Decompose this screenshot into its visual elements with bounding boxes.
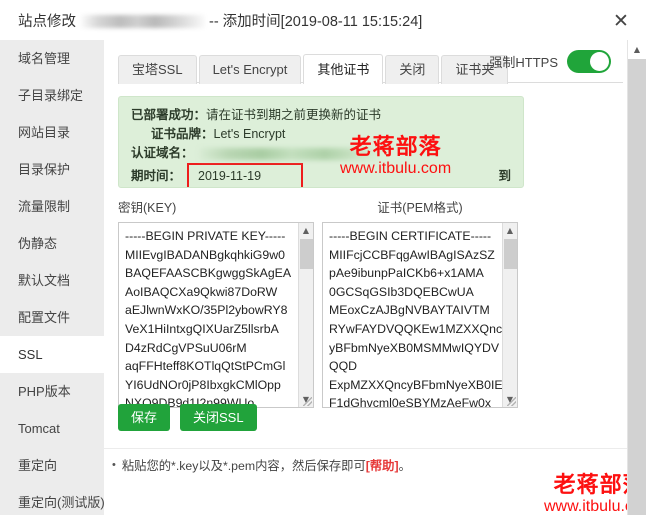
key-textarea-scrollbar[interactable]: ▲ ▼ [298,223,313,407]
tab-lets-encrypt[interactable]: Let's Encrypt [198,55,302,84]
close-icon[interactable]: ✕ [610,10,632,32]
scrollbar-thumb[interactable] [504,239,517,269]
sidebar-item-subdirectory-bind[interactable]: 子目录绑定 [0,77,104,114]
site-edit-window: 站点修改 -- 添加时间[2019-08-11 15:15:24] ✕ 域名管理… [0,0,646,515]
deployed-line: 已部署成功：请在证书到期之前更换新的证书 [131,106,511,125]
resize-grip-icon[interactable] [507,397,516,406]
redacted-cert-domain-blur [198,147,384,160]
cert-textarea-wrap: ▲ ▼ [322,222,518,408]
tab-other-cert[interactable]: 其他证书 [303,54,384,84]
sidebar: 域名管理 子目录绑定 网站目录 目录保护 流量限制 伪静态 默认文档 配置文件 … [0,40,105,515]
deployed-text: 请在证书到期之前更换新的证书 [206,108,382,122]
bottom-hint: • 粘贴您的*.key以及*.pem内容，然后保存即可 [帮助] 。 [112,456,612,474]
resize-grip-icon[interactable] [303,397,312,406]
key-textarea[interactable] [118,222,314,408]
brand-value: Let's Encrypt [213,127,286,141]
deployment-notice: 已部署成功：请在证书到期之前更换新的证书 证书品牌：Let's Encrypt … [118,96,524,188]
scroll-up-icon[interactable]: ▲ [628,40,646,59]
sidebar-item-php-version[interactable]: PHP版本 [0,373,104,410]
sidebar-item-tomcat[interactable]: Tomcat [0,410,104,447]
key-textarea-wrap: ▲ ▼ [118,222,314,408]
redacted-domain-blur [80,14,205,28]
force-https-toggle[interactable] [567,50,611,73]
window-title-suffix: -- 添加时间[2019-08-11 15:15:24] [209,13,423,30]
toggle-knob [590,52,609,71]
close-ssl-button[interactable]: 关闭SSL [180,404,257,431]
window-title: 站点修改 -- 添加时间[2019-08-11 15:15:24] [18,10,422,31]
sidebar-item-site-directory[interactable]: 网站目录 [0,114,104,151]
scrollbar-thumb[interactable] [300,239,313,269]
sidebar-item-traffic-limit[interactable]: 流量限制 [0,188,104,225]
main-panel: 宝塔SSL Let's Encrypt 其他证书 关闭 证书夹 强制HTTPS … [104,40,646,515]
expire-label: 期时间： [131,169,182,183]
deployed-label: 已部署成功： [131,108,207,122]
sidebar-item-config-file[interactable]: 配置文件 [0,299,104,336]
help-link[interactable]: [帮助] [366,456,399,474]
titlebar: 站点修改 -- 添加时间[2019-08-11 15:15:24] ✕ [0,0,646,41]
sidebar-item-domain-management[interactable]: 域名管理 [0,40,104,77]
save-button[interactable]: 保存 [118,404,171,431]
hint-text-after: 。 [398,459,411,473]
sidebar-item-redirect-beta[interactable]: 重定向(测试版) [0,484,105,515]
hint-text: 粘贴您的*.key以及*.pem内容，然后保存即可 [121,459,366,473]
chevron-up-icon[interactable]: ▲ [503,223,517,238]
window-title-prefix: 站点修改 [18,13,76,30]
action-buttons: 保存 关闭SSL [118,404,267,431]
key-field-label: 密钥(KEY) [118,201,177,215]
sidebar-item-directory-protect[interactable]: 目录保护 [0,151,104,188]
sidebar-item-ssl[interactable]: SSL [0,336,104,373]
bullet-icon: • [112,459,116,471]
force-https-label: 强制HTTPS [489,55,558,70]
force-https-control: 强制HTTPS [489,50,611,73]
chevron-up-icon[interactable]: ▲ [299,223,313,238]
hint-divider [104,448,627,449]
cert-textarea[interactable] [322,222,518,408]
sidebar-item-rewrite[interactable]: 伪静态 [0,225,104,262]
brand-label: 证书品牌： [151,127,214,141]
brand-line: 证书品牌：Let's Encrypt [131,125,511,144]
cert-textarea-scrollbar[interactable]: ▲ ▼ [502,223,517,407]
tab-close[interactable]: 关闭 [385,55,440,84]
key-field-block: 密钥(KEY) ▲ ▼ [118,197,314,408]
cert-field-block: 证书(PEM格式) ▲ ▼ [322,197,518,408]
expire-row: 期时间： 2019-11-19 到 [131,163,511,187]
sidebar-item-default-document[interactable]: 默认文档 [0,262,104,299]
cert-field-label: 证书(PEM格式) [377,201,463,215]
expire-date-value: 2019-11-19 [187,163,304,187]
window-scrollbar[interactable]: ▲ [627,40,646,515]
scrollbar-track[interactable] [628,59,646,515]
sidebar-item-redirect[interactable]: 重定向 [0,447,104,484]
domain-row: 认证域名： [131,144,511,163]
domain-label: 认证域名： [131,146,194,160]
tab-bt-ssl[interactable]: 宝塔SSL [118,55,197,84]
expire-tail-text: 到 [498,169,511,183]
